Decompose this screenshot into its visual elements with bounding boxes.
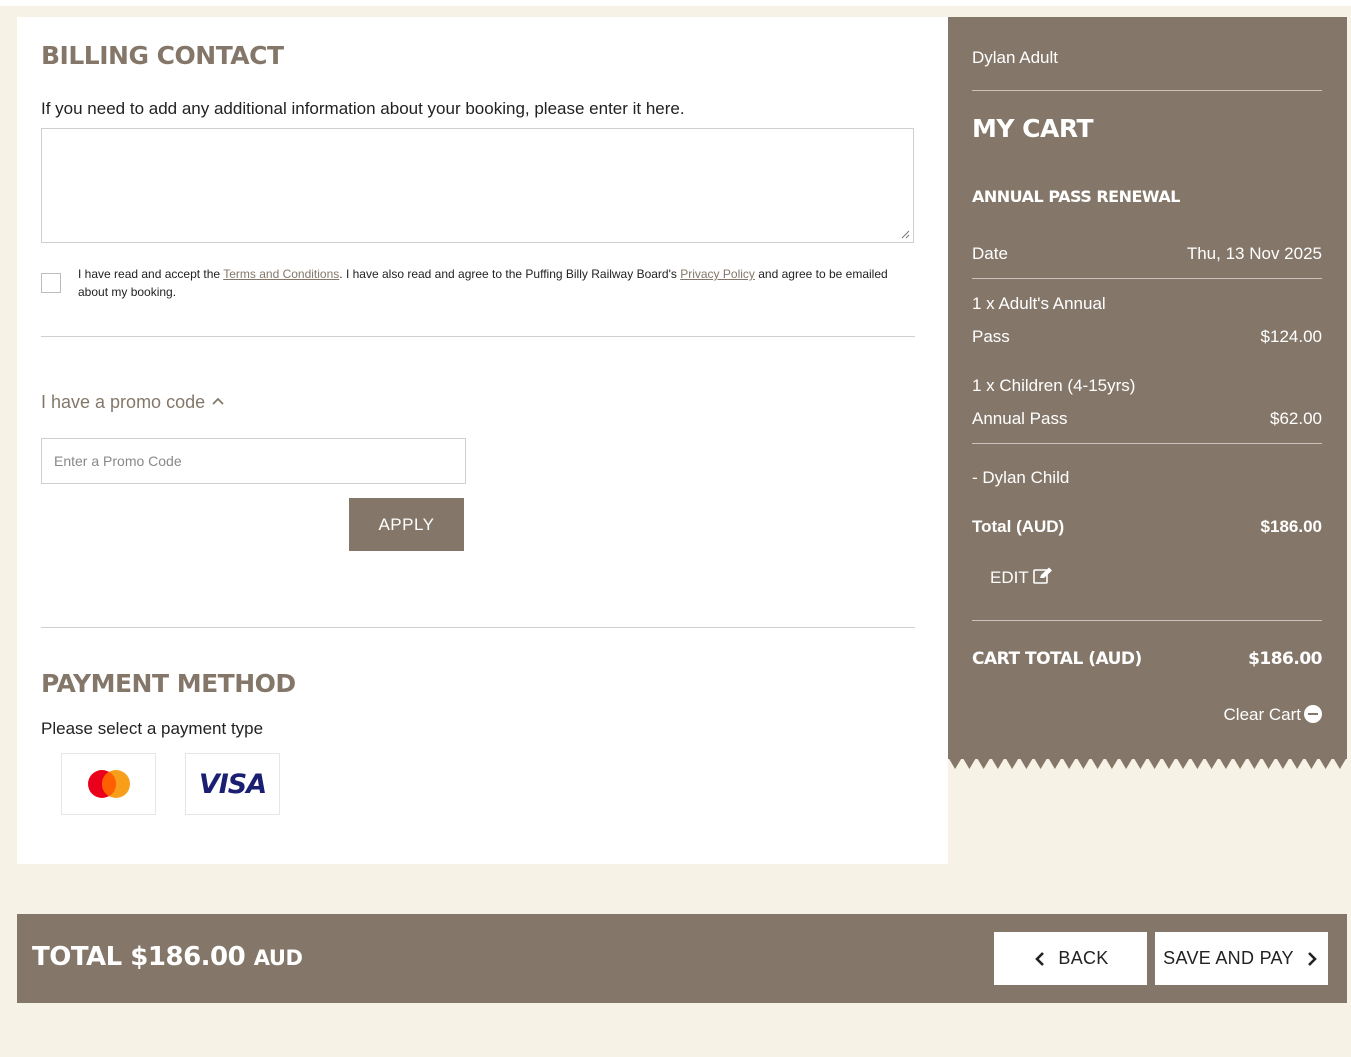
date-label: Date [972,244,1008,263]
cart-item-line2: Annual Pass [972,409,1068,428]
checkout-form-panel: BILLING CONTACT If you need to add any a… [17,17,948,864]
cart-item-price: $62.00 [1270,409,1322,428]
payment-method-title: PAYMENT METHOD [41,669,296,698]
footer-total-label: TOTAL $186.00 [32,942,246,972]
visa-option[interactable]: VISA [185,753,280,815]
save-label: SAVE AND PAY [1163,948,1294,968]
edit-icon [1033,567,1053,584]
total-value: $186.00 [1260,517,1322,536]
divider [972,620,1322,621]
apply-promo-button[interactable]: APPLY [349,498,464,551]
terms-text: I have read and accept the Terms and Con… [78,265,908,301]
chevron-up-icon [212,397,224,405]
back-button[interactable]: BACK [994,932,1147,985]
terms-and-conditions-link[interactable]: Terms and Conditions [223,267,339,281]
cart-user-name: Dylan Adult [972,48,1058,67]
edit-cart-button[interactable]: EDIT [990,567,1053,588]
footer-bar: TOTAL $186.00 AUD BACK SAVE AND PAY [17,914,1347,1003]
minus-circle-icon [1304,705,1322,723]
edit-label: EDIT [990,568,1029,587]
chevron-left-icon [1035,951,1045,966]
cart-panel: Dylan Adult MY CART ANNUAL PASS RENEWAL … [948,17,1347,759]
date-value: Thu, 13 Nov 2025 [1186,244,1322,263]
mastercard-option[interactable] [61,753,156,815]
cart-total-value: $186.00 [1248,649,1322,669]
terms-middle: . I have also read and agree to the Puff… [339,267,681,281]
back-label: BACK [1058,948,1109,968]
terms-prefix: I have read and accept the [78,267,224,281]
cart-item-price: $124.00 [1260,327,1322,346]
date-row: Date Thu, 13 Nov 2025 [972,244,1322,264]
cart-item-row: Pass $124.00 [972,327,1322,347]
booking-notes-textarea[interactable] [41,128,914,243]
cart-item-line1: 1 x Adult's Annual [972,294,1106,313]
receipt-zigzag-edge [948,757,1347,769]
divider [972,443,1322,444]
billing-description: If you need to add any additional inform… [41,99,685,118]
child-name: - Dylan Child [972,468,1070,487]
divider [41,336,915,337]
promo-code-toggle[interactable]: I have a promo code [41,392,225,413]
billing-contact-title: BILLING CONTACT [41,41,284,70]
cart-total-row: CART TOTAL (AUD) $186.00 [972,649,1322,669]
terms-checkbox[interactable] [41,273,61,293]
clear-cart-button[interactable]: Clear Cart [1224,705,1322,725]
mastercard-icon [87,770,130,798]
privacy-policy-link[interactable]: Privacy Policy [680,267,755,281]
cart-subtitle: ANNUAL PASS RENEWAL [972,187,1180,206]
cart-item-line2: Pass [972,327,1010,346]
cart-item-line1: 1 x Children (4-15yrs) [972,376,1136,395]
divider [41,627,915,628]
my-cart-title: MY CART [972,114,1094,143]
cart-item-row: Annual Pass $62.00 [972,409,1322,429]
resize-grip-icon[interactable] [900,229,910,239]
payment-description: Please select a payment type [41,719,264,738]
visa-icon: VISA [198,768,267,800]
cart-total-label: CART TOTAL (AUD) [972,649,1142,669]
promo-code-input[interactable] [41,438,466,484]
divider [972,90,1322,91]
promo-toggle-label: I have a promo code [41,392,206,412]
total-label: Total (AUD) [972,517,1065,536]
clear-cart-label: Clear Cart [1223,705,1301,724]
save-and-pay-button[interactable]: SAVE AND PAY [1155,932,1328,985]
divider [972,278,1322,279]
footer-currency: AUD [253,946,303,970]
total-row: Total (AUD) $186.00 [972,517,1322,537]
footer-total: TOTAL $186.00 AUD [32,942,303,972]
chevron-right-icon [1307,951,1317,966]
